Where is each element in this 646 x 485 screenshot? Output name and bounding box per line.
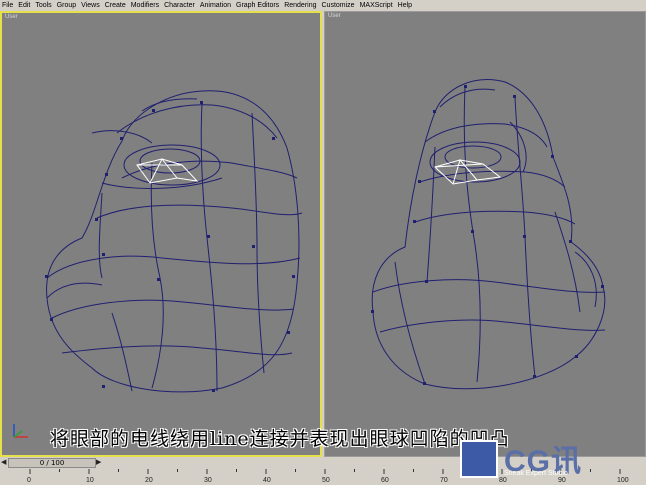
viewport-left[interactable]: User bbox=[0, 11, 322, 457]
ruler-tick-label: 10 bbox=[86, 477, 94, 484]
menu-item-animation[interactable]: Animation bbox=[198, 0, 234, 11]
wireframe-mesh-left[interactable] bbox=[2, 13, 320, 455]
viewport-right[interactable]: User bbox=[324, 11, 646, 457]
menu-item-tools[interactable]: Tools bbox=[33, 0, 54, 11]
next-frame-arrow-icon[interactable]: ▶ bbox=[96, 458, 101, 466]
menu-item-group[interactable]: Group bbox=[55, 0, 79, 11]
menu-item-create[interactable]: Create bbox=[103, 0, 129, 11]
menu-item-graph-editors[interactable]: Graph Editors bbox=[234, 0, 282, 11]
ruler-tick-label: 0 bbox=[27, 477, 31, 484]
ruler-tick-label: 70 bbox=[440, 477, 448, 484]
menu-item-customize[interactable]: Customize bbox=[320, 0, 358, 11]
menu-bar: File Edit Tools Group Views Create Modifiers Ch… bbox=[0, 0, 646, 11]
prev-frame-arrow-icon[interactable]: ◀ bbox=[1, 458, 6, 466]
logo-grid-icon bbox=[460, 440, 498, 478]
menu-item-modifiers[interactable]: Modifiers bbox=[129, 0, 162, 11]
ruler-tick-label: 50 bbox=[322, 477, 330, 484]
ruler-tick-label: 60 bbox=[381, 477, 389, 484]
tutorial-caption: 将眼部的电线绕用line连接并表现出眼球凹陷的凹凸 bbox=[50, 428, 510, 450]
menu-item-maxscript[interactable]: MAXScript bbox=[358, 0, 396, 11]
menu-item-file[interactable]: File bbox=[0, 0, 16, 11]
logo-subtitle: Sneak Expert Studio bbox=[504, 470, 568, 477]
ruler-tick-label: 40 bbox=[263, 477, 271, 484]
menu-item-rendering[interactable]: Rendering bbox=[282, 0, 319, 11]
watermark-logo: CG讯 Sneak Expert Studio bbox=[460, 436, 640, 482]
time-slider[interactable]: 0 / 100 bbox=[8, 458, 96, 468]
menu-item-views[interactable]: Views bbox=[79, 0, 103, 11]
menu-item-help[interactable]: Help bbox=[396, 0, 415, 11]
axis-gizmo-icon bbox=[13, 424, 28, 438]
menu-item-character[interactable]: Character bbox=[162, 0, 198, 11]
frame-display: 0 / 100 bbox=[39, 459, 65, 467]
wireframe-mesh-right[interactable] bbox=[325, 12, 645, 456]
ruler-tick-label: 20 bbox=[145, 477, 153, 484]
menu-item-edit[interactable]: Edit bbox=[16, 0, 33, 11]
ruler-tick-label: 30 bbox=[204, 477, 212, 484]
